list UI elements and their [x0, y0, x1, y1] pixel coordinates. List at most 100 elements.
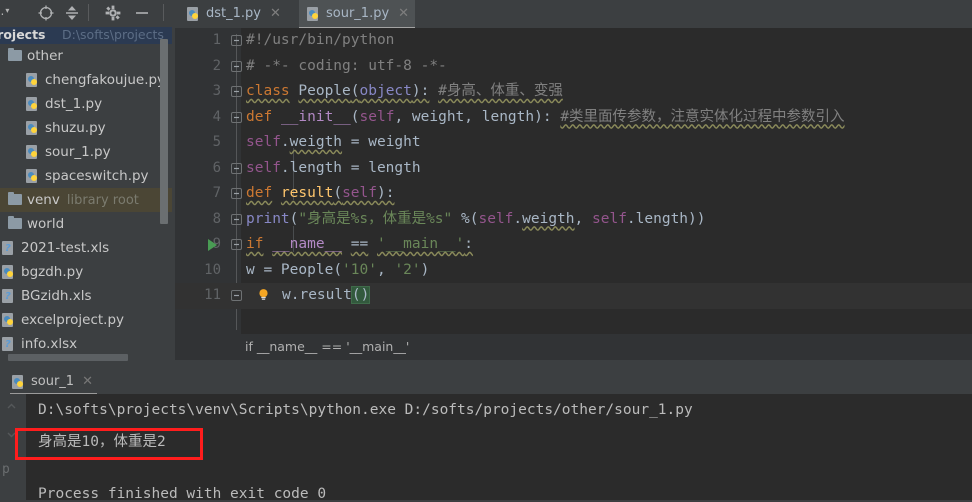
run-tool-window-tabbar: sour_1 ✕: [0, 370, 972, 395]
fold-handle-icon[interactable]: [231, 111, 242, 123]
collapse-all-icon[interactable]: [63, 4, 81, 22]
editor-bottom-spacer: [175, 360, 972, 370]
chevron-up-icon[interactable]: [5, 400, 18, 413]
code-line[interactable]: 7 def result(self):: [175, 181, 972, 207]
tree-item-sublabel: library root: [66, 192, 139, 208]
tree-item-venv[interactable]: venv library root: [0, 188, 172, 212]
code-line[interactable]: 10 w = People('10', '2'): [175, 258, 972, 284]
line-number: 11: [204, 287, 221, 303]
project-file-tree[interactable]: other chengfakoujue.py dst_1.py shuzu.py…: [0, 44, 172, 356]
fold-handle-icon[interactable]: [231, 60, 242, 72]
settings-gear-icon[interactable]: [104, 4, 122, 22]
tree-item-label: world: [27, 216, 65, 232]
print-string: "身高是%s，体重是%s": [298, 210, 453, 227]
inline-comment: #身高、体重、变强: [438, 83, 563, 99]
code-line[interactable]: 8 print("身高是%s，体重是%s" %(self.weigth, sel…: [175, 207, 972, 233]
tab-label: dst_1.py: [206, 6, 261, 21]
run-tab-label: sour_1: [31, 374, 75, 389]
tree-item-dst_1-py[interactable]: dst_1.py: [0, 92, 172, 116]
code-line[interactable]: 3 class People(object): #身高、体重、变强: [175, 79, 972, 105]
close-icon[interactable]: ✕: [398, 6, 409, 21]
breadcrumb-label: if __name__ == '__main__': [245, 339, 410, 354]
python-file-icon: [187, 6, 201, 21]
python-file-icon: [26, 145, 40, 159]
code-line[interactable]: 6 self.length = length: [175, 156, 972, 182]
tree-item-world[interactable]: world: [0, 212, 172, 236]
intention-bulb-icon[interactable]: [257, 288, 270, 301]
close-icon[interactable]: ✕: [270, 6, 281, 21]
code-content[interactable]: 1 #!/usr/bin/python 2 # -*- coding: utf-…: [175, 28, 972, 334]
code-line[interactable]: 9 if __name__ == '__main__':: [175, 232, 972, 258]
folder-icon: [8, 192, 22, 206]
run-tab-sour_1[interactable]: sour_1 ✕: [10, 370, 97, 395]
tree-item-bgzdh-py[interactable]: bgzdh.py: [0, 260, 172, 284]
xls-file-icon: ?: [2, 241, 16, 255]
sidebar-horizontal-scrollbar[interactable]: [8, 354, 128, 361]
tree-item-label: chengfakoujue.py: [45, 72, 166, 88]
code-text: #!/usr/bin/python: [246, 32, 395, 48]
tab-sour_1-py[interactable]: sour_1.py ✕: [299, 0, 416, 29]
tree-item-2021-test-xls[interactable]: ? 2021-test.xls: [0, 236, 172, 260]
fold-handle-icon[interactable]: [231, 213, 242, 225]
tree-item-label: 2021-test.xls: [21, 240, 110, 256]
toolbar-divider: [88, 4, 89, 21]
code-line[interactable]: 5 self.weigth = weight: [175, 130, 972, 156]
line-number: 5: [212, 134, 221, 150]
tree-item-label: bgzdh.py: [21, 264, 84, 280]
project-toolbar: oj..▾: [0, 0, 175, 27]
tree-item-spaceswitch-py[interactable]: spaceswitch.py: [0, 164, 172, 188]
tree-item-label: info.xlsx: [21, 336, 78, 352]
fold-handle-icon[interactable]: [231, 35, 242, 46]
tree-item-other[interactable]: other: [0, 44, 172, 68]
tree-item-BGzidh-xls[interactable]: ? BGzidh.xls: [0, 284, 172, 308]
sidebar-vertical-scrollbar[interactable]: [160, 39, 168, 224]
python-file-icon: [26, 169, 40, 183]
project-header[interactable]: Projects D:\softs\projects: [0, 27, 172, 44]
code-line-current[interactable]: 11 w.result(): [175, 283, 972, 309]
tree-item-shuzu-py[interactable]: shuzu.py: [0, 116, 172, 140]
tree-item-label: spaceswitch.py: [45, 168, 149, 184]
code-text: def __init__(self, weight, length): #类里面…: [246, 108, 845, 125]
tab-label: sour_1.py: [326, 6, 390, 21]
line-number: 1: [212, 32, 221, 48]
python-file-icon: [2, 265, 16, 279]
tree-item-label: BGzidh.xls: [21, 288, 92, 304]
hide-panel-icon[interactable]: [133, 4, 151, 22]
code-line[interactable]: 4 def __init__(self, weight, length): #类…: [175, 105, 972, 131]
code-editor[interactable]: 1 #!/usr/bin/python 2 # -*- coding: utf-…: [175, 28, 972, 334]
editor-breadcrumb[interactable]: if __name__ == '__main__': [175, 334, 972, 360]
tree-item-chengfakoujue-py[interactable]: chengfakoujue.py: [0, 68, 172, 92]
close-icon[interactable]: ✕: [82, 374, 93, 389]
code-line[interactable]: 1 #!/usr/bin/python: [175, 28, 972, 54]
fold-handle-icon[interactable]: [231, 290, 242, 301]
line-number: 4: [212, 108, 221, 125]
tree-item-label: other: [27, 48, 63, 64]
console-command-line: D:\softs\projects\venv\Scripts\python.ex…: [38, 402, 693, 418]
fold-handle-icon[interactable]: [231, 162, 242, 174]
tree-item-sour_1-py[interactable]: sour_1.py: [0, 140, 172, 164]
python-file-icon: [26, 121, 40, 135]
fold-handle-icon[interactable]: [231, 86, 242, 97]
locate-target-icon[interactable]: [37, 4, 55, 22]
project-dropdown[interactable]: oj..▾: [0, 4, 9, 18]
tree-item-info-xlsx[interactable]: ? info.xlsx: [0, 332, 172, 356]
tree-item-label: venv: [27, 192, 60, 208]
project-header-path: D:\softs\projects: [62, 27, 164, 42]
project-dropdown-label: oj..: [0, 4, 5, 18]
run-gutter-arrow-icon[interactable]: [208, 239, 217, 251]
line-number: 10: [204, 261, 221, 278]
line-number: 7: [212, 185, 221, 201]
code-text: print("身高是%s，体重是%s" %(self.weigth, self.…: [246, 210, 706, 227]
tree-item-excelproject-py[interactable]: excelproject.py: [0, 308, 172, 332]
code-text: w.result(): [282, 286, 371, 304]
fold-handle-icon[interactable]: [231, 239, 242, 250]
fold-handle-icon[interactable]: [231, 188, 242, 199]
tab-dst_1-py[interactable]: dst_1.py ✕: [179, 0, 287, 27]
code-line[interactable]: 2 # -*- coding: utf-8 -*-: [175, 54, 972, 80]
code-text: self.weigth = weight: [246, 134, 421, 150]
chevron-down-icon: ▾: [5, 6, 10, 15]
project-sidebar[interactable]: Projects D:\softs\projects other chengfa…: [0, 27, 172, 365]
xls-file-icon: ?: [2, 337, 16, 351]
tree-item-label: excelproject.py: [21, 312, 125, 328]
python-file-icon: [307, 6, 321, 21]
